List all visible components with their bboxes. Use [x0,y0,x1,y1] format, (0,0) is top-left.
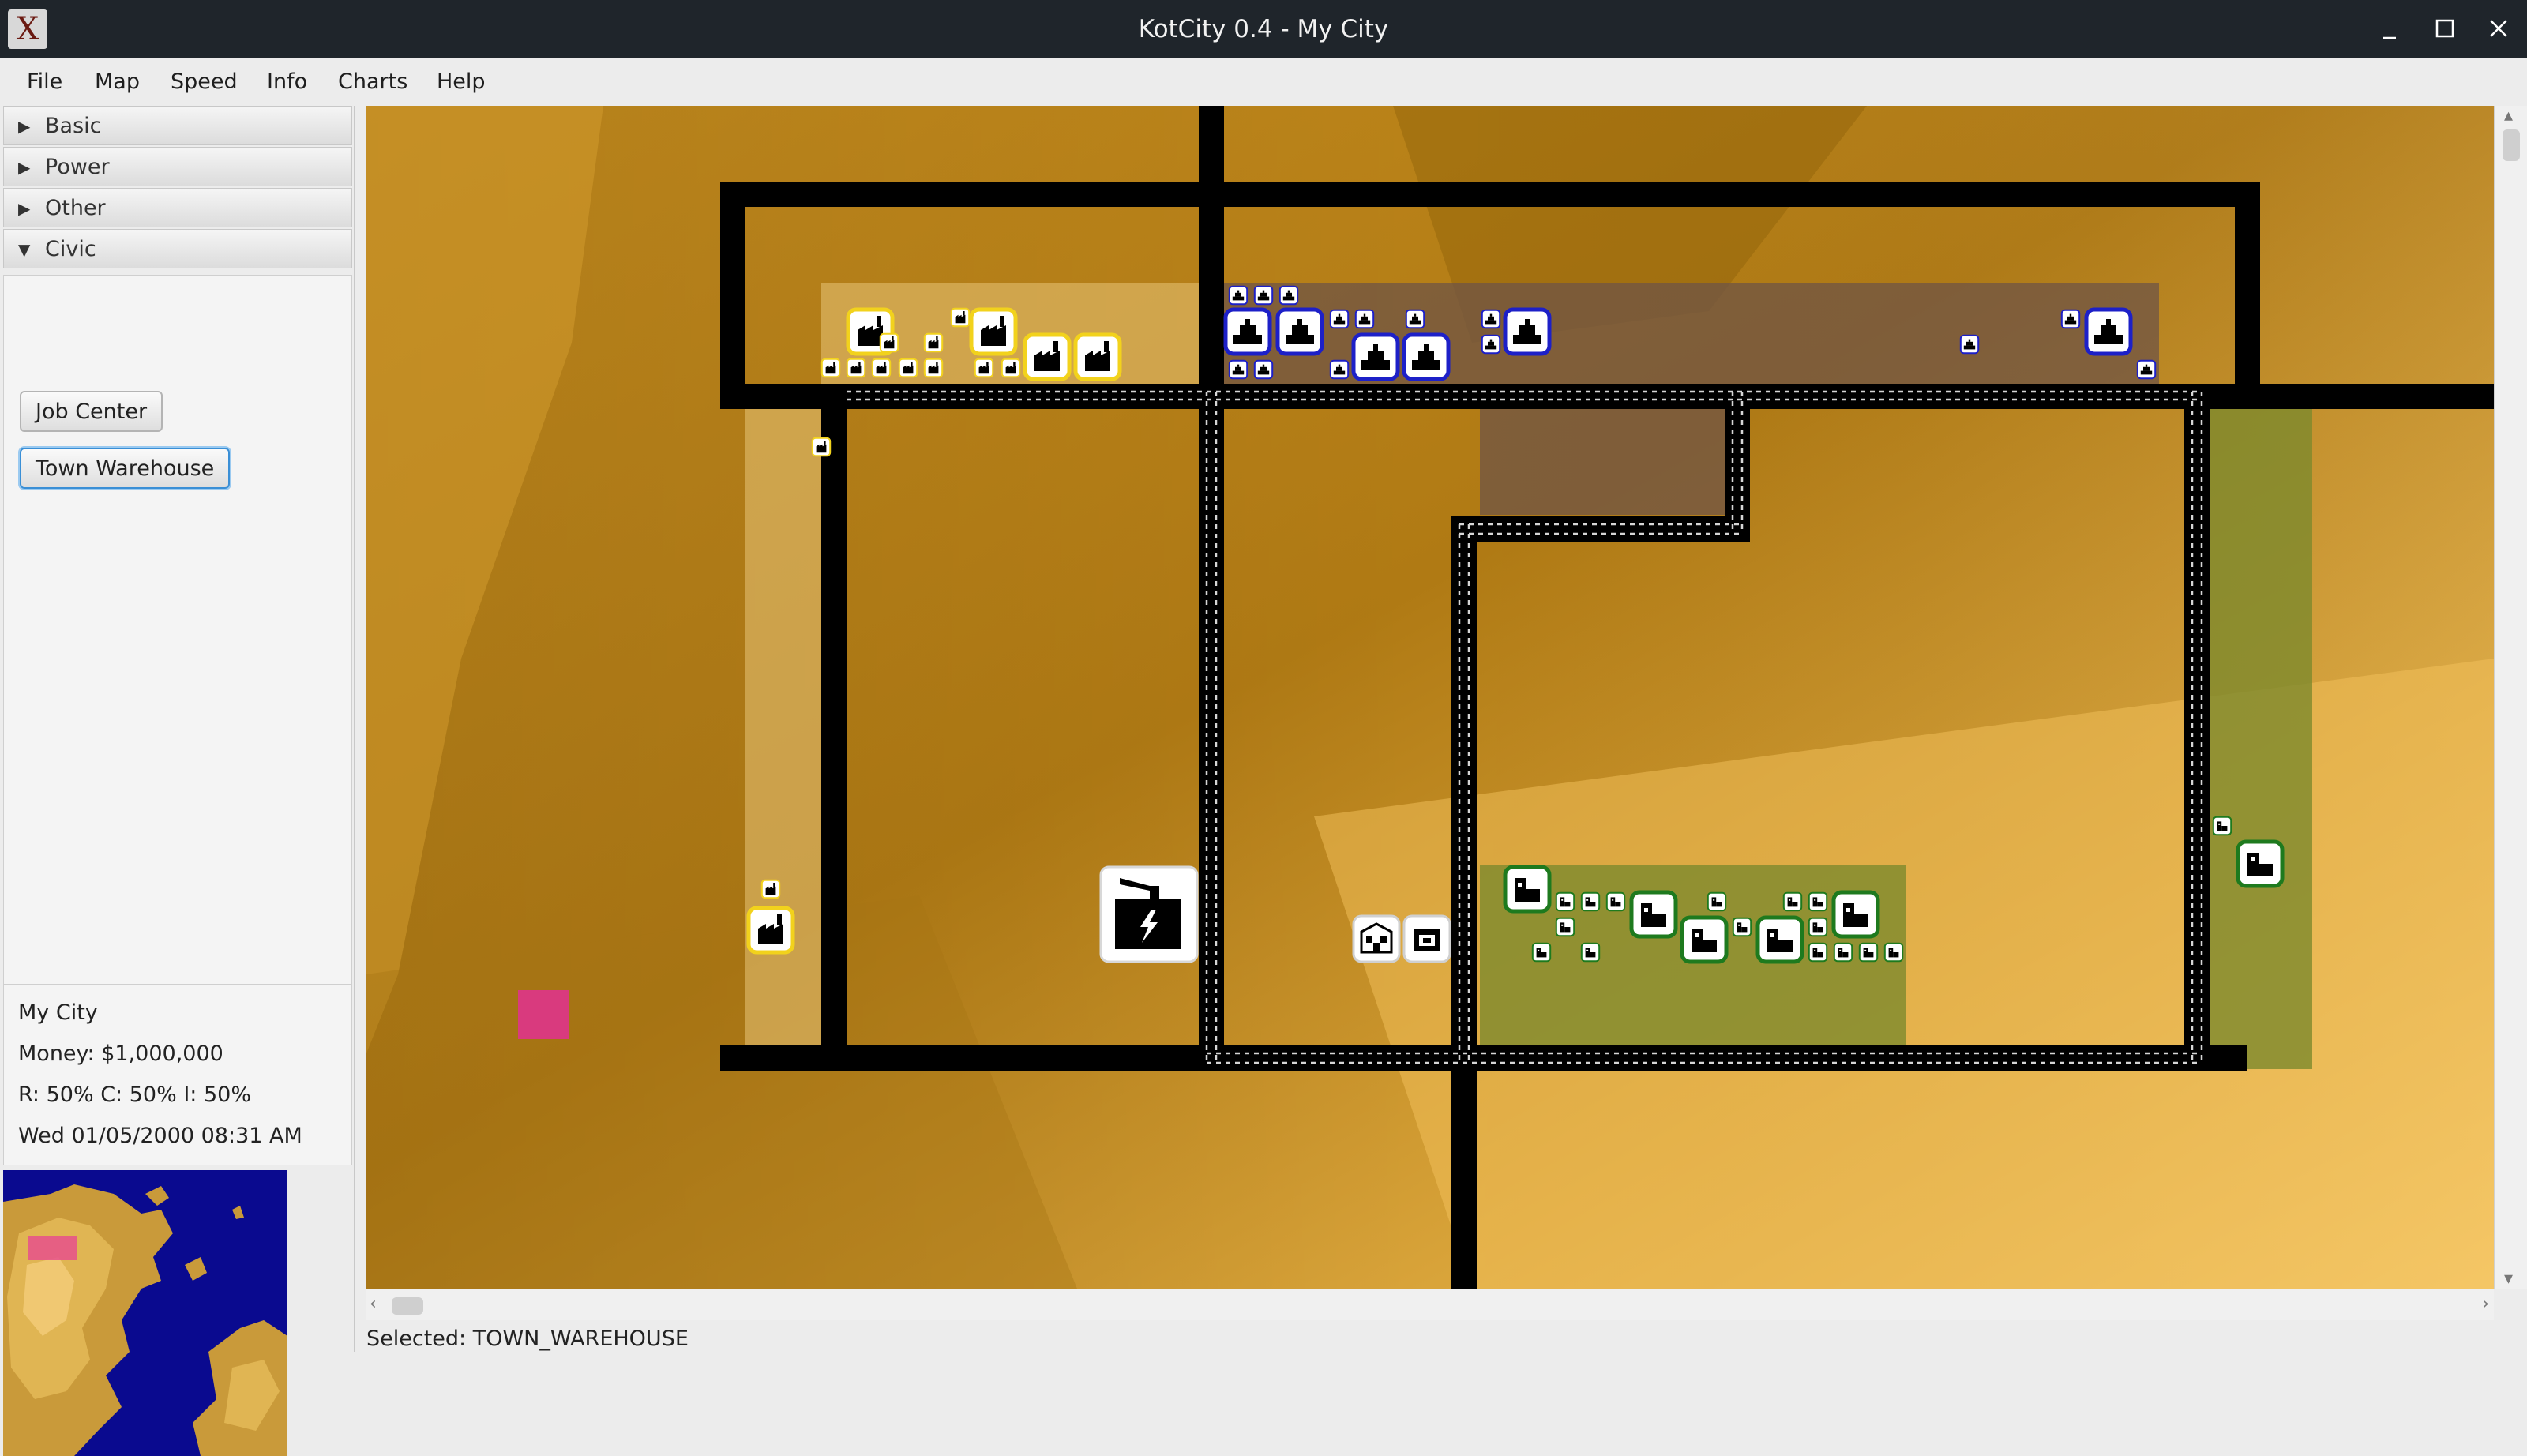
city-info-panel: My City Money: $1,000,000 R: 50% C: 50% … [3,984,352,1165]
industrial-zone [745,384,821,1071]
window-title: KotCity 0.4 - My City [1138,15,1389,43]
job-center-icon [1352,914,1401,963]
menu-info[interactable]: Info [267,58,307,106]
section-civic[interactable]: ▼ Civic [3,229,352,268]
selection-marker [518,990,569,1039]
vertical-scroll-thumb[interactable] [2503,129,2520,161]
scroll-down-icon[interactable]: ▾ [2504,1269,2513,1289]
section-basic[interactable]: ▶ Basic [3,106,352,145]
scroll-right-icon[interactable]: › [2482,1294,2489,1314]
status-bar: Selected: TOWN_WAREHOUSE [366,1320,2527,1352]
menu-file[interactable]: File [27,58,62,106]
city-name: My City [18,1000,98,1025]
horizontal-scrollbar[interactable]: ‹ › [366,1289,2494,1321]
city-datetime: Wed 01/05/2000 08:31 AM [18,1124,302,1148]
horizontal-scroll-thumb[interactable] [392,1297,423,1315]
status-selected: Selected: TOWN_WAREHOUSE [366,1327,689,1351]
section-label: Power [45,155,110,179]
section-other[interactable]: ▶ Other [3,188,352,227]
menu-bar: File Map Speed Info Charts Help [0,58,2527,106]
residential-zone [2210,404,2312,1069]
commercial-zone [1480,404,1740,515]
menu-speed[interactable]: Speed [171,58,238,106]
vertical-scrollbar[interactable]: ▴ ▾ [2494,106,2527,1289]
scroll-left-icon[interactable]: ‹ [370,1294,377,1314]
city-map[interactable] [366,106,2494,1289]
minimap[interactable] [3,1170,287,1456]
menu-charts[interactable]: Charts [338,58,407,106]
scroll-up-icon[interactable]: ▴ [2504,106,2513,126]
title-bar: X KotCity 0.4 - My City [0,0,2527,58]
chevron-right-icon: ▶ [18,158,31,177]
section-label: Civic [45,237,96,261]
section-power[interactable]: ▶ Power [3,147,352,186]
power-plant-icon [1099,865,1199,963]
menu-help[interactable]: Help [437,58,486,106]
sidebar: ▶ Basic ▶ Power ▶ Other ▼ Civic Job Cent… [0,106,355,1456]
city-demand: R: 50% C: 50% I: 50% [18,1083,251,1107]
civic-tools-panel: Job Center Town Warehouse [3,275,352,985]
chevron-right-icon: ▶ [18,199,31,218]
menu-map[interactable]: Map [95,58,140,106]
close-icon[interactable] [2476,8,2521,51]
maximize-icon[interactable] [2423,8,2467,51]
chevron-right-icon: ▶ [18,117,31,136]
warehouse-icon [1402,914,1451,963]
section-label: Other [45,196,106,220]
city-money: Money: $1,000,000 [18,1041,223,1066]
town-warehouse-button[interactable]: Town Warehouse [20,448,231,489]
section-label: Basic [45,114,102,138]
minimize-icon[interactable] [2367,8,2412,51]
job-center-button[interactable]: Job Center [20,391,163,432]
chevron-down-icon: ▼ [18,240,31,259]
